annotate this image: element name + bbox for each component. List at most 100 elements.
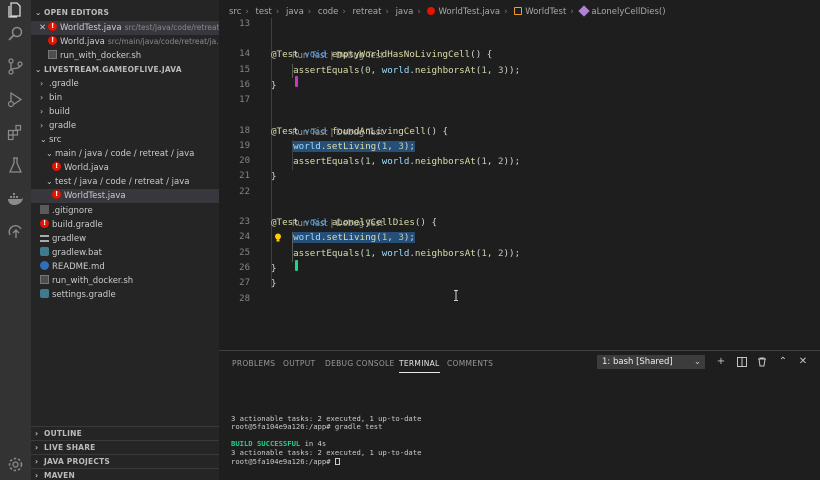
code-line[interactable]: 23 @Test void aLonelyCellDies() { [219, 215, 820, 230]
chevron-right-icon: › [35, 443, 39, 452]
lightbulb-icon[interactable] [274, 233, 282, 242]
breadcrumb-method[interactable]: aLonelyCellDies() [591, 7, 665, 17]
line-number: 18 [239, 125, 250, 136]
tree-item-gradlew-bat[interactable]: gradlew.bat [31, 246, 219, 260]
live-share-header[interactable]: › LIVE SHARE [31, 440, 219, 454]
tab-debug-console[interactable]: DEBUG CONSOLE [325, 357, 395, 373]
line-number: 17 [239, 95, 250, 106]
tree-item-gitignore[interactable]: .gitignore [31, 204, 219, 218]
tree-item-gradle-dir[interactable]: › .gradle [31, 77, 219, 91]
open-editor-item-run-with-docker[interactable]: run_with_docker.sh [31, 49, 219, 63]
shell-file-icon [40, 275, 49, 284]
code-text: assertEquals(0, world.neighborsAt(1, 3))… [293, 64, 521, 76]
tree-item-build[interactable]: › build [31, 105, 219, 119]
tree-item-main-java[interactable]: ⌄ main / java / code / retreat / java [31, 147, 219, 161]
search-icon[interactable] [7, 25, 24, 42]
maximize-icon[interactable]: ⌃ [777, 355, 789, 368]
code-line[interactable]: 25 assertEquals(1, world.neighborsAt(1, … [219, 246, 820, 261]
code-line[interactable]: 13 [219, 17, 820, 32]
terminal-prompt-line[interactable]: root@5fa104e9a126:/app# [231, 457, 421, 467]
gradle-icon [40, 247, 49, 256]
code-line[interactable]: 22 [219, 185, 820, 200]
chevron-down-icon: ⌄ [46, 177, 53, 186]
plus-icon[interactable]: + [715, 355, 727, 368]
code-line[interactable]: 21} [219, 169, 820, 184]
outline-header[interactable]: › OUTLINE [31, 426, 219, 440]
tree-item-settings-gradle[interactable]: settings.gradle [31, 288, 219, 302]
tab-comments[interactable]: COMMENTS [447, 357, 493, 373]
tab-problems[interactable]: PROBLEMS [232, 357, 275, 373]
chevron-right-icon: › [40, 107, 44, 116]
chevron-down-icon: ⌄ [693, 357, 701, 367]
testing-icon[interactable] [7, 157, 24, 174]
tab-terminal[interactable]: TERMINAL [399, 357, 440, 373]
tree-item-gradlew[interactable]: gradlew [31, 232, 219, 246]
code-line[interactable]: 28 [219, 292, 820, 307]
code-line[interactable]: 15 assertEquals(0, world.neighborsAt(1, … [219, 63, 820, 78]
line-number: 27 [239, 278, 250, 289]
code-editor[interactable]: src › test › java › code › retreat › java › Wo… [219, 0, 820, 350]
close-icon[interactable]: ✕ [39, 21, 48, 35]
settings-gear-icon[interactable] [7, 456, 24, 473]
docker-icon[interactable] [7, 190, 24, 207]
trash-icon[interactable] [756, 355, 768, 368]
code-line[interactable]: 20 assertEquals(1, world.neighborsAt(1, … [219, 154, 820, 169]
maven-header[interactable]: › MAVEN [31, 468, 219, 480]
tree-item-run-with-docker[interactable]: run_with_docker.sh [31, 274, 219, 288]
chevron-down-icon: ⌄ [35, 65, 42, 74]
code-line[interactable]: 26} [219, 261, 820, 276]
extensions-icon[interactable] [7, 124, 24, 141]
breadcrumb-file[interactable]: WorldTest.java [438, 7, 500, 17]
terminal-line: root@5fa104e9a126:/app# gradle test [231, 422, 383, 432]
project-header[interactable]: ⌄ LIVESTREAM.GAMEOFLIVE.JAVA [31, 63, 219, 77]
run-debug-icon[interactable] [7, 91, 24, 108]
breadcrumb-item[interactable]: java [286, 7, 304, 17]
breadcrumb-item[interactable]: java [396, 7, 414, 17]
code-text: world.setLiving(1, 3); [293, 232, 415, 244]
tree-item-src[interactable]: ⌄ src [31, 133, 219, 147]
tree-item-test-java[interactable]: ⌄ test / java / code / retreat / java [31, 175, 219, 189]
tab-output[interactable]: OUTPUT [283, 357, 315, 373]
chevron-right-icon: › [35, 471, 39, 480]
tree-item-gradle[interactable]: › gradle [31, 119, 219, 133]
split-icon[interactable] [736, 355, 748, 368]
remote-icon[interactable] [7, 223, 24, 240]
method-icon [578, 5, 591, 17]
code-line[interactable]: 27} [219, 276, 820, 291]
breadcrumb-item[interactable]: retreat [353, 7, 382, 17]
breadcrumb-item[interactable]: src [229, 7, 241, 17]
files-icon[interactable] [7, 2, 24, 19]
terminal-output[interactable]: 3 actionable tasks: 2 executed, 1 up-to-… [231, 406, 421, 480]
source-control-icon[interactable] [7, 58, 24, 75]
tree-item-world-java[interactable]: World.java [31, 161, 219, 175]
tree-item-bin[interactable]: › bin [31, 91, 219, 105]
code-line[interactable]: 16} [219, 78, 820, 93]
code-line[interactable]: 18 @Test void foundAnLivingCell() { [219, 124, 820, 139]
code-line[interactable]: 19 world.setLiving(1, 3); [219, 139, 820, 154]
line-number: 13 [239, 19, 250, 29]
breadcrumb-item[interactable]: test [256, 7, 272, 17]
open-editor-item-worldtest[interactable]: ✕WorldTest.javasrc/test/java/code/retrea… [31, 21, 219, 35]
tree-item-build-gradle[interactable]: build.gradle [31, 218, 219, 232]
code-line[interactable]: 14 @Test void emptyWorldHasNoLivingCell()… [219, 47, 820, 62]
code-text: @Test void foundAnLivingCell() { [271, 125, 449, 137]
terminal-selector[interactable]: 1: bash [Shared] ⌄ [597, 355, 705, 369]
code-line[interactable]: 17 [219, 93, 820, 108]
line-number: 23 [239, 217, 250, 227]
tree-item-worldtest-java[interactable]: WorldTest.java [31, 189, 219, 203]
info-icon [40, 261, 49, 270]
chevron-down-icon: ⌄ [40, 135, 47, 144]
breadcrumb-item[interactable]: code [318, 7, 339, 17]
java-projects-header[interactable]: › JAVA PROJECTS [31, 454, 219, 468]
code-text: } [271, 278, 277, 290]
line-number: 20 [239, 156, 250, 167]
open-editors-header[interactable]: ⌄ OPEN EDITORS [31, 6, 219, 20]
breadcrumb-class[interactable]: WorldTest [525, 7, 566, 17]
open-editor-item-world[interactable]: World.javasrc/main/java/code/retreat/ja.… [31, 35, 219, 49]
code-line[interactable]: 24 world.setLiving(1, 3); [219, 230, 820, 245]
line-number: 15 [239, 64, 250, 75]
tree-item-readme[interactable]: README.md [31, 260, 219, 274]
chevron-right-icon: › [35, 457, 39, 466]
close-icon[interactable]: ✕ [797, 355, 809, 368]
code-text: world.setLiving(1, 3); [293, 140, 415, 152]
